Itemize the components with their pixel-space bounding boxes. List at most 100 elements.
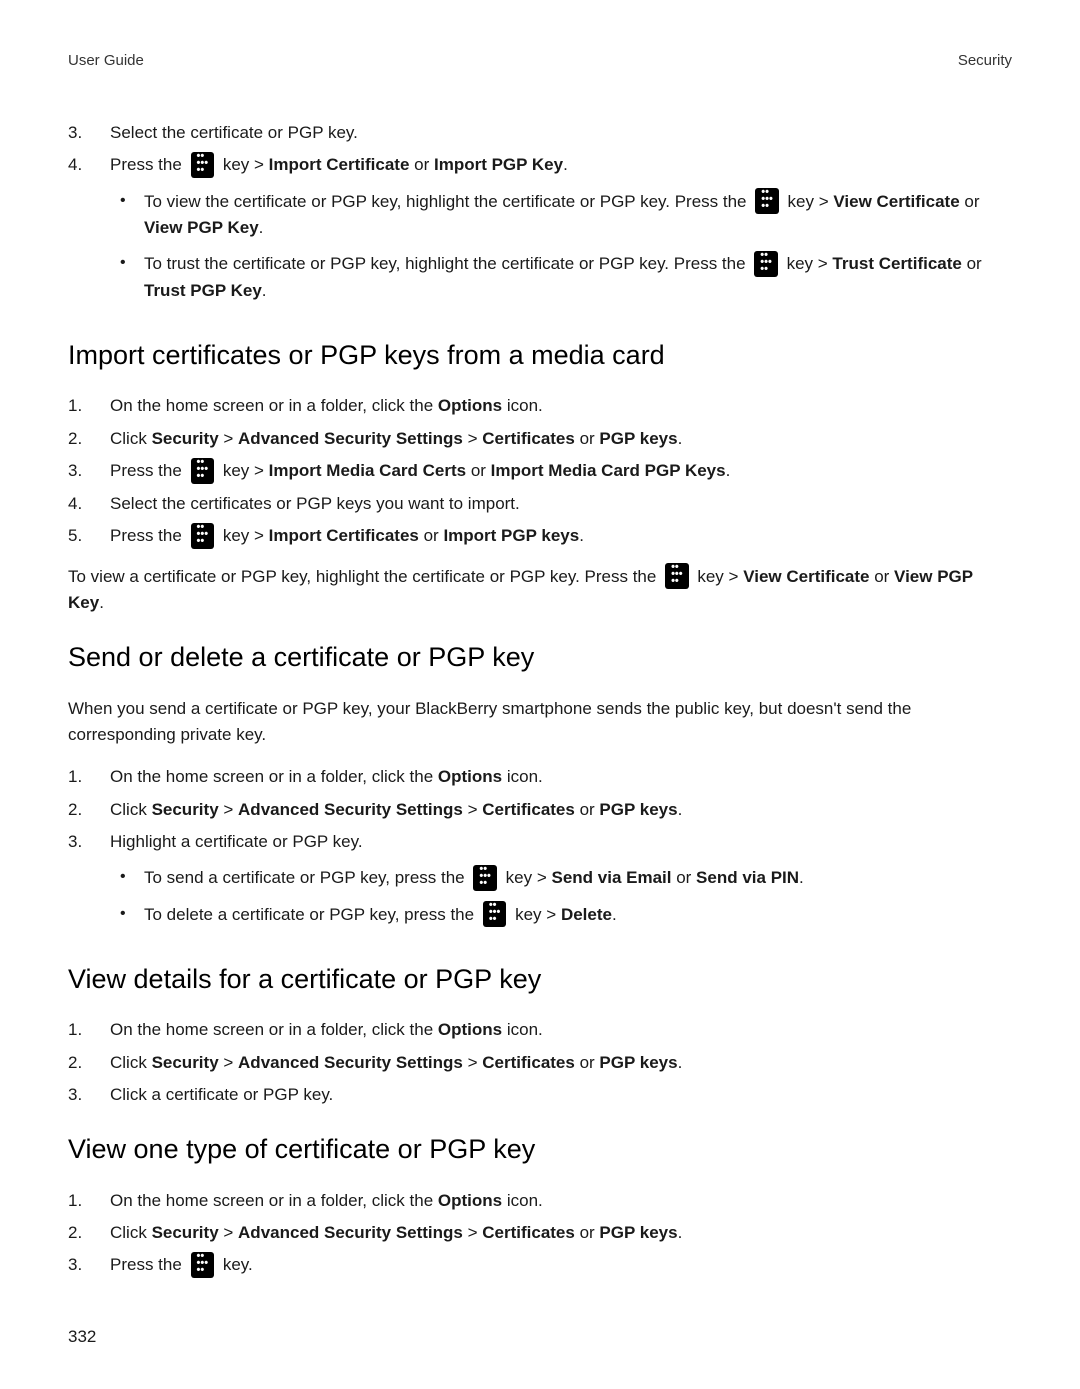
step-content: Highlight a certificate or PGP key.•To s… [110,829,1012,938]
section-heading-view-one-type: View one type of certificate or PGP key [68,1130,1012,1169]
step-item: 2.Click Security > Advanced Security Set… [68,426,1012,452]
bold-term: Send via Email [551,868,671,887]
steps-list: 1.On the home screen or in a folder, cli… [68,1188,1012,1279]
bold-term: Options [438,1020,502,1039]
step-item: 1.On the home screen or in a folder, cli… [68,1017,1012,1043]
section-heading-import-media-card: Import certificates or PGP keys from a m… [68,336,1012,375]
step-content: Click Security > Advanced Security Setti… [110,797,1012,823]
menu-key-icon: •• ••• •• [473,865,497,891]
bold-term: Import Media Card Certs [269,461,466,480]
menu-key-icon: •• ••• •• [665,563,689,589]
bold-term: Trust Certificate [832,254,961,273]
bold-term: PGP keys [599,800,677,819]
menu-key-icon: •• ••• •• [191,1252,215,1278]
step-number: 2. [68,797,110,823]
bullet-icon: • [110,189,144,242]
step-number: 4. [68,491,110,517]
step-number: 2. [68,1050,110,1076]
substep-item: •To trust the certificate or PGP key, hi… [110,251,1012,304]
step-item: 2.Click Security > Advanced Security Set… [68,1220,1012,1246]
substep-content: To delete a certificate or PGP key, pres… [144,902,1012,929]
step-number: 3. [68,829,110,938]
bold-term: Trust PGP Key [144,281,262,300]
substep-list: •To view the certificate or PGP key, hig… [110,189,1012,305]
step-content: Click Security > Advanced Security Setti… [110,1220,1012,1246]
step-item: 3.Press the •• ••• •• key. [68,1252,1012,1279]
substep-item: •To view the certificate or PGP key, hig… [110,189,1012,242]
step-item: 3.Select the certificate or PGP key. [68,120,1012,146]
bold-term: PGP keys [599,429,677,448]
step-content: Click a certificate or PGP key. [110,1082,1012,1108]
section-intro: When you send a certificate or PGP key, … [68,696,1012,749]
bold-term: View PGP Key [144,218,259,237]
bold-term: Security [152,800,219,819]
step-content: Select the certificates or PGP keys you … [110,491,1012,517]
bullet-icon: • [110,902,144,929]
menu-key-icon: •• ••• •• [191,152,215,178]
bold-term: Advanced Security Settings [238,1053,463,1072]
bold-term: Advanced Security Settings [238,1223,463,1242]
step-item: 3.Press the •• ••• •• key > Import Media… [68,458,1012,485]
section-after-note: To view a certificate or PGP key, highli… [68,564,1012,617]
bold-term: Delete [561,905,612,924]
bold-term: PGP keys [599,1223,677,1242]
step-number: 5. [68,523,110,550]
bold-term: View Certificate [833,192,959,211]
bold-term: Import Certificates [269,526,419,545]
step-item: 1.On the home screen or in a folder, cli… [68,764,1012,790]
step-content: On the home screen or in a folder, click… [110,1017,1012,1043]
bold-term: Import Media Card PGP Keys [491,461,726,480]
menu-key-icon: •• ••• •• [191,458,215,484]
substep-list: •To send a certificate or PGP key, press… [110,865,1012,928]
menu-key-icon: •• ••• •• [191,523,215,549]
step-number: 2. [68,1220,110,1246]
step-number: 1. [68,1017,110,1043]
step-item: 2.Click Security > Advanced Security Set… [68,797,1012,823]
menu-key-icon: •• ••• •• [755,188,779,214]
step-number: 3. [68,1252,110,1279]
bold-term: Options [438,767,502,786]
bold-term: View Certificate [743,567,869,586]
step-content: Click Security > Advanced Security Setti… [110,1050,1012,1076]
step-item: 5.Press the •• ••• •• key > Import Certi… [68,523,1012,550]
step-number: 2. [68,426,110,452]
bold-term: Security [152,1223,219,1242]
bold-term: Advanced Security Settings [238,429,463,448]
bold-term: Options [438,396,502,415]
step-content: Press the •• ••• •• key > Import Certifi… [110,152,1012,314]
steps-list: 1.On the home screen or in a folder, cli… [68,1017,1012,1108]
bold-term: Import PGP keys [443,526,579,545]
step-item: 4.Select the certificates or PGP keys yo… [68,491,1012,517]
step-content: Press the •• ••• •• key > Import Media C… [110,458,1012,485]
step-item: 1.On the home screen or in a folder, cli… [68,1188,1012,1214]
step-number: 1. [68,393,110,419]
step-content: Select the certificate or PGP key. [110,120,1012,146]
step-content: Press the •• ••• •• key. [110,1252,1012,1279]
step-number: 4. [68,152,110,314]
step-content: Press the •• ••• •• key > Import Certifi… [110,523,1012,550]
step-number: 3. [68,1082,110,1108]
bold-term: Certificates [482,429,575,448]
bold-term: Certificates [482,800,575,819]
header-left: User Guide [68,50,144,72]
steps-list: 1.On the home screen or in a folder, cli… [68,393,1012,549]
menu-key-icon: •• ••• •• [483,901,507,927]
menu-key-icon: •• ••• •• [754,251,778,277]
bold-term: Security [152,1053,219,1072]
bold-term: Certificates [482,1223,575,1242]
bold-term: Certificates [482,1053,575,1072]
bold-term: Advanced Security Settings [238,800,463,819]
substep-item: •To send a certificate or PGP key, press… [110,865,1012,892]
section-heading-view-details: View details for a certificate or PGP ke… [68,960,1012,999]
step-item: 2.Click Security > Advanced Security Set… [68,1050,1012,1076]
header-right: Security [958,50,1012,72]
step-number: 3. [68,458,110,485]
step-number: 1. [68,764,110,790]
step-content: On the home screen or in a folder, click… [110,764,1012,790]
step-item: 3.Highlight a certificate or PGP key.•To… [68,829,1012,938]
bold-term: Security [152,429,219,448]
bold-term: Options [438,1191,502,1210]
section-heading-send-delete: Send or delete a certificate or PGP key [68,638,1012,677]
page-header: User Guide Security [68,50,1012,72]
step-content: Click Security > Advanced Security Setti… [110,426,1012,452]
